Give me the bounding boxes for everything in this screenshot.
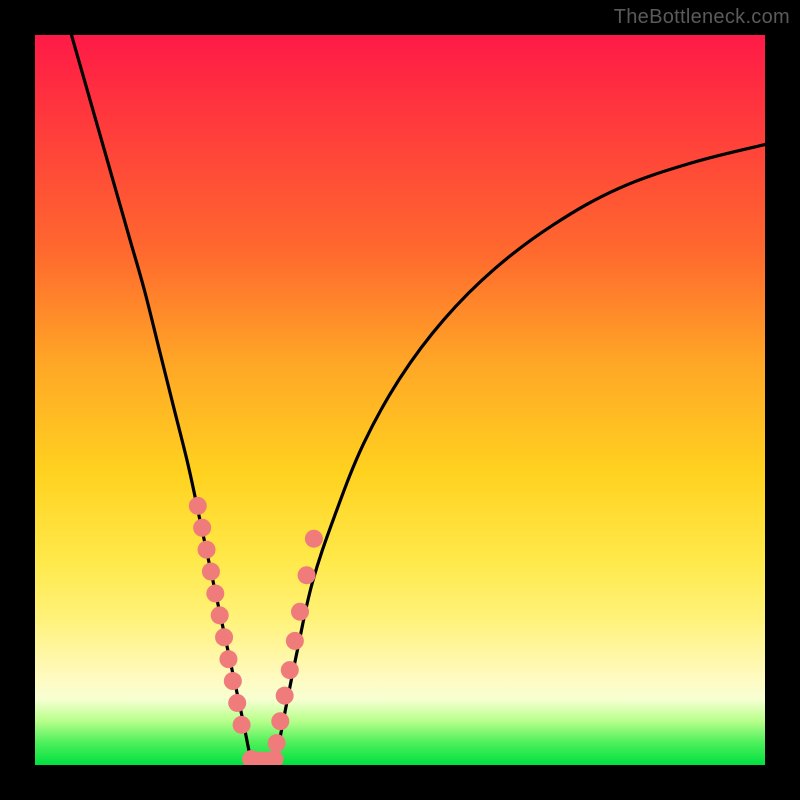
- data-dot: [228, 694, 246, 712]
- data-dot: [271, 712, 289, 730]
- data-dot: [198, 541, 216, 559]
- data-dot: [291, 603, 309, 621]
- data-dot: [286, 632, 304, 650]
- chart-container: TheBottleneck.com: [0, 0, 800, 800]
- data-dot: [233, 716, 251, 734]
- data-dot: [206, 584, 224, 602]
- curve-right-branch: [275, 145, 765, 766]
- data-dot: [215, 628, 233, 646]
- plot-area: [35, 35, 765, 765]
- data-dot: [219, 650, 237, 668]
- data-dot: [305, 530, 323, 548]
- data-dot: [193, 519, 211, 537]
- data-dot: [211, 606, 229, 624]
- data-dot: [202, 563, 220, 581]
- data-dot: [224, 672, 242, 690]
- data-dot: [281, 661, 299, 679]
- data-dot: [276, 687, 294, 705]
- data-dot: [298, 566, 316, 584]
- watermark-label: TheBottleneck.com: [614, 6, 790, 29]
- data-dot: [268, 734, 286, 752]
- data-dot: [189, 497, 207, 515]
- chart-svg: [35, 35, 765, 765]
